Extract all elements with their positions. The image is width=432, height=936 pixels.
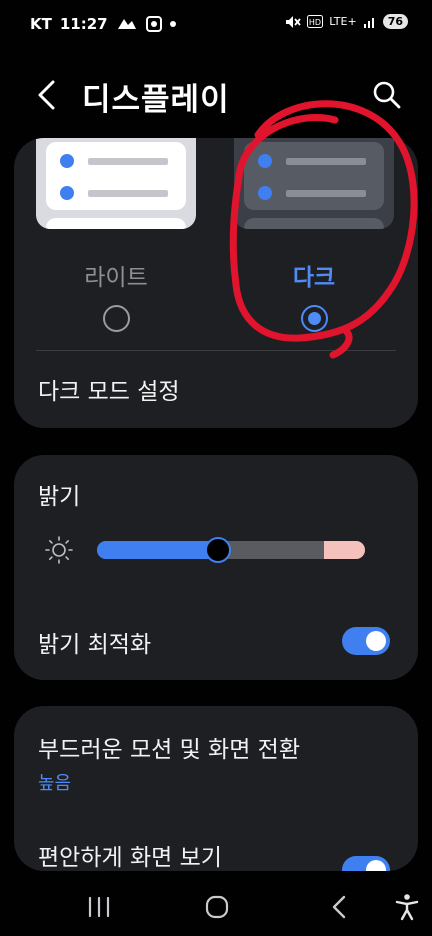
motion-card: 부드러운 모션 및 화면 전환 높음 편안하게 화면 보기 <box>14 706 418 871</box>
signal-icon <box>363 17 374 28</box>
network-type: LTE+ <box>329 15 357 28</box>
preview-dot <box>60 154 74 168</box>
dark-theme-preview[interactable] <box>234 138 394 229</box>
brightness-slider[interactable] <box>97 541 365 559</box>
preview-line <box>286 158 366 165</box>
light-theme-preview[interactable] <box>36 138 196 229</box>
mute-icon <box>286 15 301 28</box>
preview-dot <box>258 154 272 168</box>
status-left: KT 11:27 <box>30 15 176 33</box>
adaptive-brightness-label: 밝기 최적화 <box>38 632 152 658</box>
svg-text:HD: HD <box>309 18 321 27</box>
search-icon[interactable] <box>372 80 402 110</box>
theme-card: 라이트 다크 다크 모드 설정 <box>14 138 418 428</box>
dark-mode-settings-item[interactable]: 다크 모드 설정 <box>38 372 180 406</box>
app-header: 디스플레이 <box>0 60 432 130</box>
status-right: HD LTE+ 76 <box>285 14 408 29</box>
preview-dot <box>60 186 74 200</box>
screenshot-icon <box>145 16 162 32</box>
motion-smoothness-item[interactable]: 부드러운 모션 및 화면 전환 <box>38 730 300 764</box>
sun-icon <box>45 536 73 564</box>
brightness-fill <box>97 541 218 559</box>
preview-dot <box>258 186 272 200</box>
hd-voice-icon: HD <box>307 15 324 28</box>
preview-panel <box>46 142 186 210</box>
preview-panel <box>244 218 384 229</box>
dark-mode-label: 다크 <box>292 265 336 291</box>
eye-comfort-toggle[interactable] <box>342 856 390 871</box>
motion-smoothness-value: 높음 <box>38 773 72 794</box>
preview-line <box>88 190 168 197</box>
preview-panel <box>46 218 186 229</box>
light-mode-radio[interactable] <box>103 305 130 332</box>
home-icon[interactable] <box>202 892 232 922</box>
recent-apps-icon[interactable] <box>84 892 114 922</box>
back-icon[interactable] <box>325 892 355 922</box>
preview-panel <box>244 142 384 210</box>
dark-mode-radio[interactable] <box>301 305 328 332</box>
light-mode-label: 라이트 <box>84 265 148 291</box>
notification-icon <box>117 19 136 29</box>
back-button[interactable] <box>32 78 62 112</box>
accessibility-icon[interactable] <box>392 892 422 922</box>
clock: 11:27 <box>59 15 108 33</box>
adaptive-brightness-toggle[interactable] <box>342 627 390 655</box>
carrier: KT <box>30 15 52 33</box>
system-nav-bar <box>0 878 432 936</box>
status-bar: KT 11:27 HD LTE+ 76 <box>0 0 432 50</box>
brightness-label: 밝기 <box>38 484 81 510</box>
brightness-slider-thumb[interactable] <box>205 537 231 563</box>
dot-icon <box>169 21 176 27</box>
page-title: 디스플레이 <box>82 82 230 118</box>
eye-comfort-label: 편안하게 화면 보기 <box>38 845 222 871</box>
battery-indicator: 76 <box>382 14 408 29</box>
preview-line <box>88 158 168 165</box>
divider <box>36 350 396 351</box>
preview-line <box>286 190 366 197</box>
extra-brightness-zone <box>324 541 365 559</box>
brightness-card: 밝기 밝기 최적화 <box>14 455 418 680</box>
